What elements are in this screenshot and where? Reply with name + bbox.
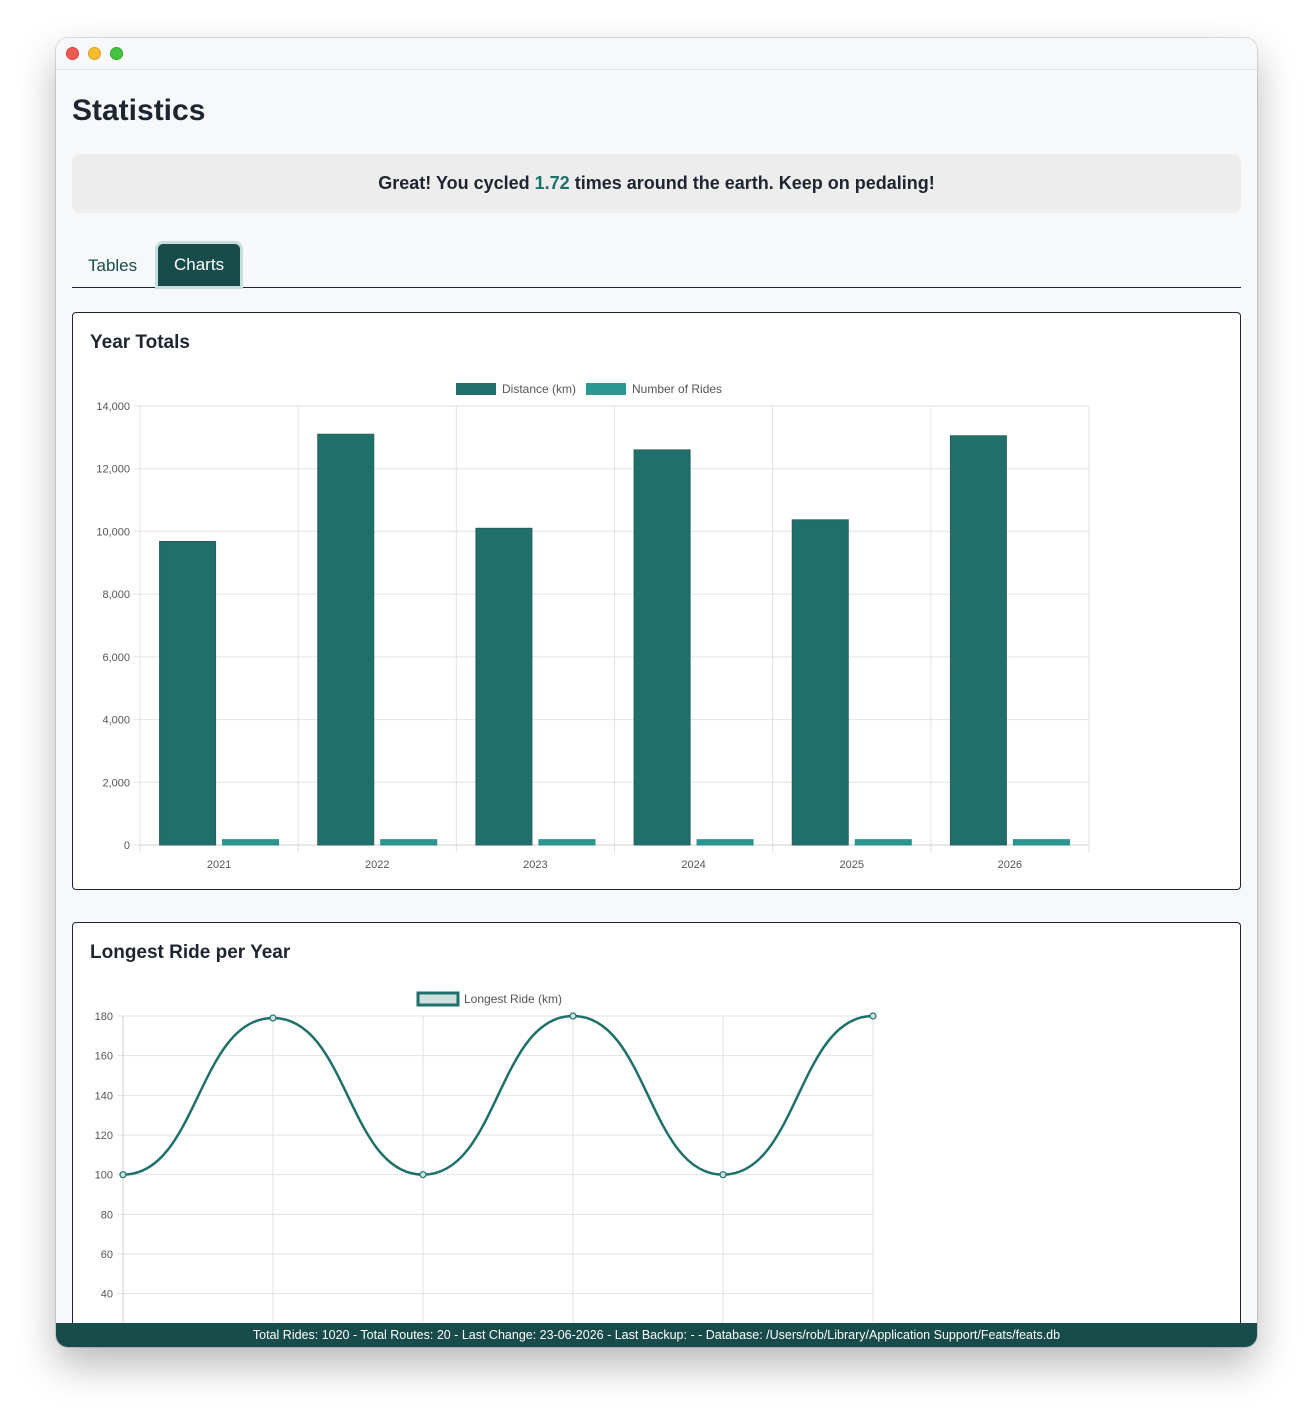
- line-point: [119, 1171, 127, 1179]
- y-tick-label: 100: [95, 1170, 113, 1182]
- bar-rides: [222, 839, 280, 846]
- y-tick-label: 12,000: [96, 464, 130, 476]
- tab-charts[interactable]: Charts: [158, 244, 241, 286]
- line-point: [419, 1171, 427, 1179]
- status-text: Total Rides: 1020 - Total Routes: 20 - L…: [252, 1328, 1061, 1342]
- bar-distance: [475, 527, 533, 846]
- view-tabs: Tables Charts: [72, 244, 1241, 288]
- legend-label-distance: Distance (km): [502, 382, 576, 396]
- y-tick-label: 160: [95, 1051, 113, 1063]
- y-tick-label: 14,000: [96, 401, 130, 413]
- y-tick-label: 10,000: [96, 526, 130, 538]
- earth-banner: Great! You cycled 1.72 times around the …: [72, 154, 1241, 213]
- line-point: [269, 1014, 277, 1022]
- close-window-button[interactable]: [66, 47, 79, 60]
- y-tick-label: 40: [101, 1289, 113, 1301]
- bar-rides: [854, 839, 912, 846]
- bar-distance: [159, 540, 217, 846]
- x-tick-label: 2021: [207, 859, 231, 871]
- x-tick-label: 2022: [365, 859, 389, 871]
- banner-suffix: times around the earth. Keep on pedaling…: [574, 173, 935, 193]
- legend-swatch-distance: [456, 383, 496, 395]
- bar-distance: [317, 433, 375, 846]
- x-tick-label: 2024: [681, 859, 705, 871]
- y-tick-label: 80: [101, 1209, 113, 1221]
- line-point: [569, 1012, 577, 1020]
- title-bar: [56, 38, 1257, 70]
- bar-distance: [949, 435, 1007, 846]
- y-tick-label: 4,000: [102, 715, 130, 727]
- x-tick-label: 2023: [523, 859, 547, 871]
- y-tick-label: 0: [124, 840, 130, 852]
- y-tick-label: 60: [101, 1249, 113, 1261]
- bar-rides: [1012, 839, 1070, 846]
- y-tick-label: 180: [95, 1011, 113, 1023]
- bar-distance: [633, 449, 691, 846]
- tab-tables[interactable]: Tables: [72, 246, 153, 286]
- year-totals-chart: 0 2,000 4,000 6,000 8,000 10,000 12,000 14,000 2…: [96, 382, 1090, 871]
- y-tick-label: 120: [95, 1130, 113, 1142]
- legend-label-longest-ride: Longest Ride (km): [464, 992, 562, 1006]
- bar-rides: [538, 839, 596, 846]
- status-bar: Total Rides: 1020 - Total Routes: 20 - L…: [56, 1323, 1257, 1347]
- banner-prefix: Great! You cycled: [378, 173, 530, 193]
- legend-swatch-longest-ride: [416, 991, 460, 1007]
- longest-ride-card: Longest Ride per Year 204060801001201401…: [72, 922, 1241, 1343]
- year-totals-card: Year Totals 0 2,000 4,000 6,000 8,000 10,000 1…: [72, 312, 1241, 890]
- y-tick-label: 140: [95, 1090, 113, 1102]
- line-point: [719, 1171, 727, 1179]
- minimize-window-button[interactable]: [88, 47, 101, 60]
- x-tick-label: 2025: [840, 859, 864, 871]
- bar-rides: [380, 839, 438, 846]
- bar-distance: [791, 519, 849, 846]
- legend-label-rides: Number of Rides: [632, 382, 722, 396]
- legend-swatch-rides: [586, 383, 626, 395]
- longest-ride-chart: 20406080100120140160180Longest Ride (km): [95, 991, 877, 1343]
- line-point: [869, 1012, 877, 1020]
- x-tick-label: 2026: [998, 859, 1022, 871]
- app-window: Statistics Great! You cycled 1.72 times …: [56, 38, 1257, 1347]
- banner-earth-count: 1.72: [534, 173, 570, 193]
- zoom-window-button[interactable]: [110, 47, 123, 60]
- bar-rides: [696, 839, 754, 846]
- page-title: Statistics: [72, 94, 206, 127]
- y-tick-label: 2,000: [102, 777, 130, 789]
- y-tick-label: 6,000: [102, 652, 130, 664]
- y-tick-label: 8,000: [102, 589, 130, 601]
